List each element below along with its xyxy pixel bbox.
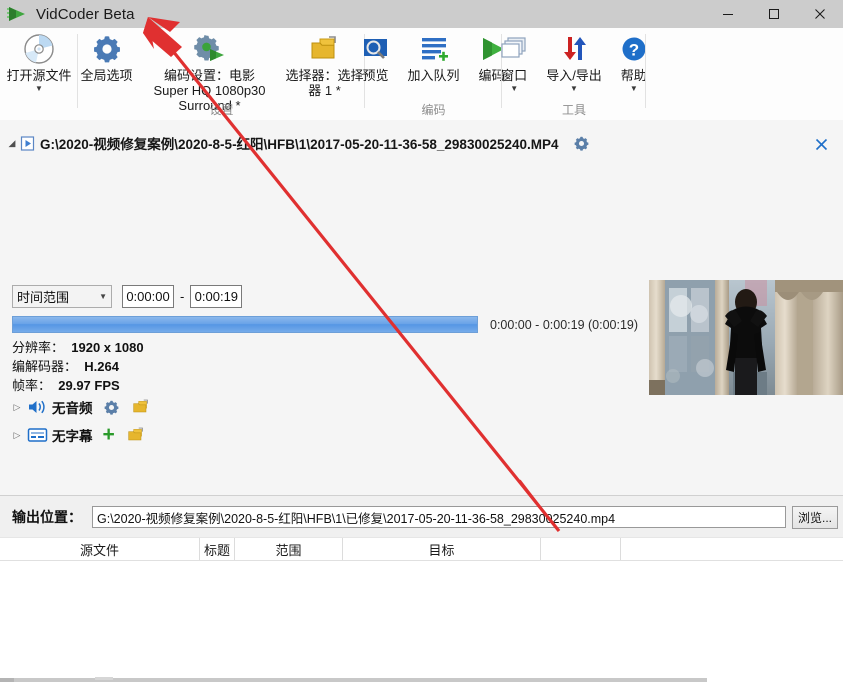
window-caret-icon[interactable]: ▼ [510, 84, 518, 93]
import-export-label: 导入/导出 [546, 68, 602, 83]
disc-icon [22, 32, 56, 66]
queue-column-range[interactable]: 范围 [235, 538, 343, 560]
subtitle-add-folder-icon[interactable] [127, 426, 146, 444]
range-slider-text: 0:00:00 - 0:00:19 (0:00:19) [490, 317, 639, 332]
vidcoder-window: VidCoder Beta 打开源文件 ▼ 全局选项 编码设置：电影Super … [0, 0, 843, 683]
status-bar-nub [95, 677, 113, 680]
window-title: VidCoder Beta [36, 5, 135, 23]
info-row: 分辨率： 1920 x 1080 [12, 338, 144, 357]
global-options-label: 全局选项 [80, 68, 133, 83]
preview-button[interactable]: 预览 [350, 28, 402, 83]
app-logo-icon [6, 3, 28, 25]
ribbon-group-encode-label: 编码 [421, 103, 446, 117]
framerate-label: 帧率： [12, 378, 52, 393]
add-to-queue-label: 加入队列 [407, 68, 460, 83]
status-bar [0, 677, 843, 683]
encoding-settings-button[interactable]: 编码设置：电影Super HQ 1080p30 Surround * [144, 28, 276, 113]
audio-expand-arrow-icon[interactable]: ▷ [10, 402, 24, 413]
range-slider[interactable] [12, 316, 478, 333]
range-end-input[interactable]: 0:00:19 [190, 285, 243, 308]
title-bar: VidCoder Beta [0, 0, 843, 28]
expand-arrow-icon[interactable]: ◢ [4, 138, 20, 149]
ribbon-group-source-label [0, 102, 78, 120]
queue-rows-area [0, 561, 843, 678]
speaker-icon [24, 398, 50, 416]
source-header: ◢ G:\2020-视频修复案例\2020-8-5-红阳\HFB\1\2017-… [0, 130, 843, 156]
import-export-icon [559, 32, 589, 66]
windows-icon [499, 32, 529, 66]
output-path-input[interactable]: G:\2020-视频修复案例\2020-8-5-红阳\HFB\1\已修复\201… [92, 506, 786, 528]
browse-button[interactable]: 浏览... [792, 505, 838, 529]
output-bar: 输出位置： G:\2020-视频修复案例\2020-8-5-红阳\HFB\1\已… [0, 495, 843, 538]
queue-column-extra-2[interactable] [621, 538, 843, 560]
queue-panel: 源文件 标题 范围 目标 [0, 537, 843, 678]
help-icon: ? [619, 32, 649, 66]
close-button[interactable] [797, 0, 843, 28]
queue-add-icon [419, 32, 449, 66]
queue-column-source[interactable]: 源文件 [0, 538, 200, 560]
range-mode-select[interactable]: 时间范围 ▼ [12, 285, 112, 308]
output-location-label: 输出位置： [12, 509, 82, 525]
window-controls [705, 0, 843, 28]
video-info-list: 分辨率： 1920 x 1080 编解码器： H.264 帧率： 29.97 F… [12, 338, 144, 395]
codec-label: 编解码器： [12, 359, 78, 374]
main-panel: ◢ G:\2020-视频修复案例\2020-8-5-红阳\HFB\1\2017-… [0, 120, 843, 495]
maximize-button[interactable] [751, 0, 797, 28]
help-caret-icon[interactable]: ▼ [630, 84, 638, 93]
audio-track-row: ▷ 无音频 [10, 395, 163, 419]
queue-column-destination[interactable]: 目标 [343, 538, 541, 560]
subtitle-track-label: 无字幕 [52, 429, 93, 444]
subtitle-track-row: ▷ 无字幕 + [10, 423, 158, 447]
queue-header-row: 源文件 标题 范围 目标 [0, 537, 843, 561]
gear-play-icon [193, 32, 227, 66]
window-label: 窗口 [501, 68, 528, 83]
video-preview-thumbnail [649, 280, 843, 395]
global-options-button[interactable]: 全局选项 [70, 28, 144, 83]
audio-track-label: 无音频 [52, 401, 93, 416]
minimize-button[interactable] [705, 0, 751, 28]
codec-value: H.264 [84, 359, 119, 374]
range-separator: - [180, 289, 185, 304]
audio-add-folder-icon[interactable] [132, 398, 151, 416]
range-start-input[interactable]: 0:00:00 [122, 285, 174, 308]
import-export-button[interactable]: 导入/导出 ▼ [540, 28, 608, 93]
window-button[interactable]: 窗口 ▼ [488, 28, 540, 93]
source-file-path: G:\2020-视频修复案例\2020-8-5-红阳\HFB\1\2017-05… [40, 137, 559, 152]
source-settings-icon[interactable] [573, 135, 590, 152]
status-bar-thumb[interactable] [0, 678, 14, 682]
ribbon-group-settings-label: 设置 [209, 103, 234, 117]
source-close-icon[interactable] [811, 134, 831, 154]
chevron-down-icon: ▼ [99, 292, 107, 301]
preview-icon [361, 32, 391, 66]
add-to-queue-button[interactable]: 加入队列 [402, 28, 466, 83]
svg-text:?: ? [629, 41, 639, 60]
ribbon-group-settings: 全局选项 编码设置：电影Super HQ 1080p30 Surround * [78, 28, 365, 120]
queue-column-title[interactable]: 标题 [200, 538, 235, 560]
queue-column-extra-1[interactable] [541, 538, 621, 560]
ribbon-group-tools-label: 工具 [561, 103, 586, 117]
range-controls: 时间范围 ▼ 0:00:00 - 0:00:19 [12, 285, 243, 308]
ribbon-toolbar: 打开源文件 ▼ 全局选项 编码设置：电影Super HQ 1080p30 Sur… [0, 28, 843, 121]
audio-settings-icon[interactable] [103, 399, 120, 416]
subtitle-expand-arrow-icon[interactable]: ▷ [10, 430, 24, 441]
help-button[interactable]: ? 帮助 ▼ [608, 28, 660, 93]
video-file-icon [20, 135, 35, 151]
preview-label: 预览 [362, 68, 389, 83]
open-source-caret-icon[interactable]: ▼ [35, 84, 43, 93]
subtitle-icon [24, 426, 50, 444]
resolution-value: 1920 x 1080 [71, 340, 144, 355]
gear-icon [91, 32, 123, 66]
framerate-value: 29.97 FPS [58, 378, 120, 393]
add-subtitle-icon[interactable]: + [103, 424, 115, 445]
help-label: 帮助 [620, 68, 647, 83]
range-mode-value: 时间范围 [17, 290, 70, 305]
info-row: 编解码器： H.264 [12, 357, 144, 376]
import-export-caret-icon[interactable]: ▼ [570, 84, 578, 93]
range-slider-row: 0:00:00 - 0:00:19 (0:00:19) [12, 316, 638, 333]
ribbon-group-tools: 窗口 ▼ 导入/导出 ▼ ? 帮助 ▼ 工具 [501, 28, 647, 120]
info-row: 帧率： 29.97 FPS [12, 376, 144, 395]
folder-icon [308, 32, 342, 66]
resolution-label: 分辨率： [12, 340, 65, 355]
